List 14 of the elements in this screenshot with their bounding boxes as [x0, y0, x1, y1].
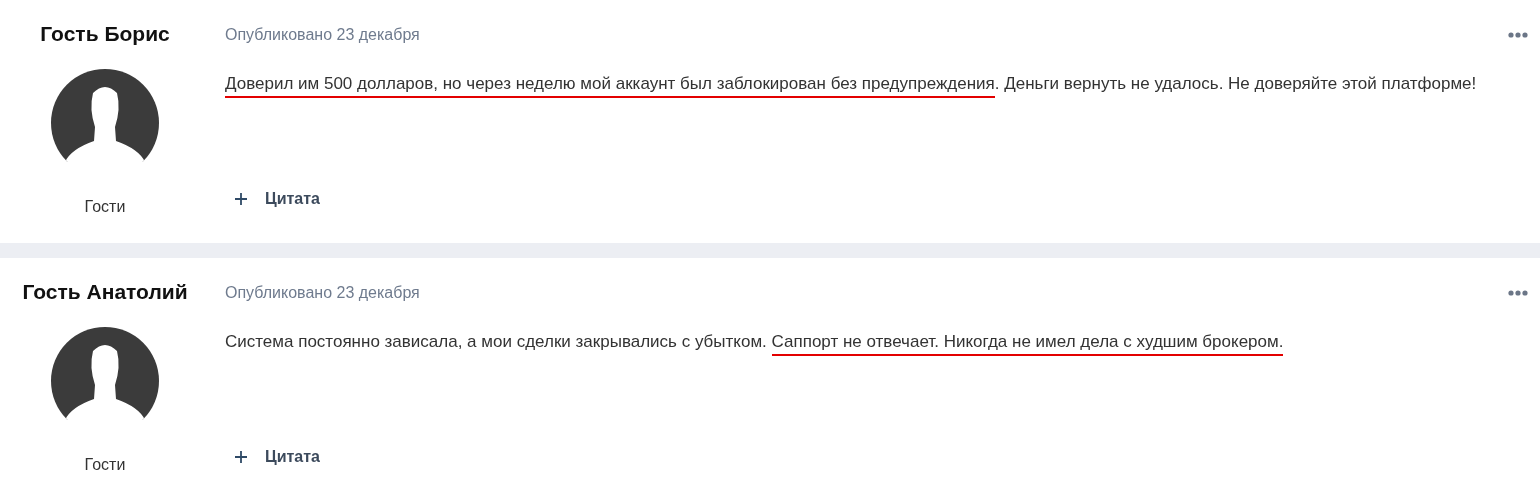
quote-button[interactable]: Цитата	[225, 186, 320, 212]
more-icon[interactable]	[1508, 32, 1528, 38]
author-name[interactable]: Гость Анатолий	[22, 280, 188, 304]
plus-icon	[235, 451, 247, 463]
post-text: Доверил им 500 долларов, но через неделю мой аккаунт был заблокирован без предупреждения. Деньги вернуть не удалось. Не доверяйте этой платформе!	[225, 68, 1500, 186]
plus-icon	[235, 193, 247, 205]
member-group: Гости	[84, 198, 126, 216]
post-date: Опубликовано 23 декабря	[225, 26, 420, 44]
quote-button[interactable]: Цитата	[225, 444, 320, 470]
member-group: Гости	[84, 456, 126, 474]
author-name[interactable]: Гость Борис	[40, 22, 170, 46]
post-date: Опубликовано 23 декабря	[225, 284, 420, 302]
more-icon[interactable]	[1508, 290, 1528, 296]
post-text: Система постоянно зависала, а мои сделки закрывались с убытком. Саппорт не отвечает. Никогда не имел дела с худшим брокером.	[225, 326, 1500, 444]
